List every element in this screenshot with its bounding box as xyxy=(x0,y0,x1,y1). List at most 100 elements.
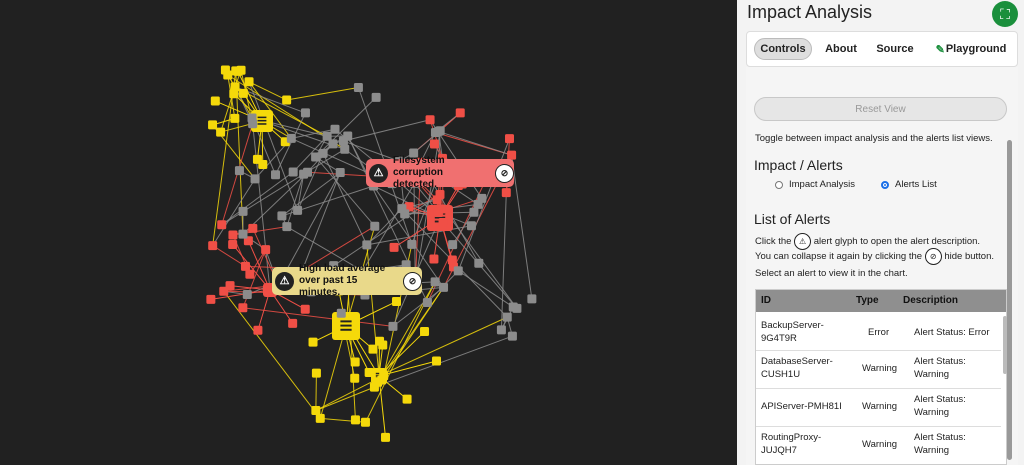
graph-node[interactable] xyxy=(210,96,220,106)
graph-node[interactable] xyxy=(277,211,287,221)
table-row[interactable]: DatabaseServer-CUSH1U Warning Alert Stat… xyxy=(756,352,1001,389)
graph-node[interactable] xyxy=(250,174,260,184)
graph-node[interactable] xyxy=(288,167,298,177)
graph-node[interactable] xyxy=(362,240,372,250)
graph-node[interactable] xyxy=(350,373,360,383)
graph-node[interactable] xyxy=(216,127,226,137)
graph-node[interactable] xyxy=(238,88,248,98)
alert-glyph-icon[interactable]: ⚠ xyxy=(369,163,388,183)
graph-node[interactable] xyxy=(230,113,240,123)
graph-node[interactable] xyxy=(336,308,346,318)
fullscreen-icon[interactable]: ⛶ xyxy=(992,1,1018,27)
graph-node[interactable] xyxy=(330,124,340,134)
graph-node[interactable] xyxy=(230,82,240,92)
graph-node[interactable] xyxy=(217,220,227,230)
graph-node[interactable] xyxy=(248,223,258,233)
graph-node[interactable] xyxy=(293,205,303,215)
graph-node[interactable] xyxy=(466,221,476,231)
graph-node[interactable] xyxy=(430,127,440,137)
graph-node[interactable] xyxy=(245,269,255,279)
graph-node[interactable] xyxy=(502,312,512,322)
graph-node[interactable] xyxy=(253,325,263,335)
graph-node[interactable] xyxy=(371,92,381,102)
graph-node[interactable] xyxy=(236,65,246,75)
graph-node[interactable] xyxy=(350,415,360,425)
tab-source[interactable]: Source xyxy=(871,38,919,60)
graph-node[interactable] xyxy=(469,207,479,217)
graph-node[interactable] xyxy=(228,230,238,240)
graph-node[interactable] xyxy=(350,357,360,367)
graph-node[interactable] xyxy=(400,209,410,219)
panel-scrollbar[interactable] xyxy=(1007,140,1012,460)
graph-node[interactable] xyxy=(430,277,440,287)
graph-node[interactable] xyxy=(300,108,310,118)
graph-node[interactable] xyxy=(425,115,435,125)
graph-node[interactable] xyxy=(288,318,298,328)
graph-node[interactable] xyxy=(282,222,292,232)
graph-node[interactable] xyxy=(388,321,398,331)
graph-node[interactable] xyxy=(206,294,216,304)
eye-slash-icon[interactable]: ⊘ xyxy=(403,271,422,291)
graph-node[interactable] xyxy=(360,417,370,427)
graph-node[interactable] xyxy=(448,240,458,250)
graph-node[interactable] xyxy=(271,170,281,180)
graph-node[interactable] xyxy=(286,133,296,143)
graph-node[interactable] xyxy=(527,294,537,304)
graph-node[interactable] xyxy=(338,136,348,146)
graph-node[interactable] xyxy=(429,254,439,264)
graph-node[interactable] xyxy=(238,229,248,239)
graph-node[interactable] xyxy=(422,297,432,307)
graph-node[interactable] xyxy=(407,239,417,249)
graph-node[interactable] xyxy=(505,134,515,144)
graph-node[interactable] xyxy=(219,286,229,296)
graph-node[interactable] xyxy=(244,77,254,87)
graph-node[interactable] xyxy=(379,371,389,381)
radio-impact-analysis[interactable]: Impact Analysis xyxy=(775,179,855,190)
graph-node[interactable] xyxy=(389,242,399,252)
alert-callout-warning[interactable]: ⚠ High load average over past 15 minutes… xyxy=(272,263,422,298)
graph-node[interactable] xyxy=(311,405,321,415)
graph-node[interactable] xyxy=(238,206,248,216)
graph-node[interactable] xyxy=(474,258,484,268)
graph-canvas[interactable] xyxy=(0,0,737,465)
graph-node[interactable] xyxy=(432,195,442,205)
graph-node[interactable] xyxy=(308,337,318,347)
graph-node[interactable] xyxy=(496,325,506,335)
graph-node[interactable] xyxy=(507,331,517,341)
graph-node[interactable] xyxy=(208,241,218,251)
graph-node[interactable] xyxy=(340,144,350,154)
graph-node[interactable] xyxy=(429,139,439,149)
tab-playground[interactable]: ✎ Playground xyxy=(933,38,1009,60)
graph-node[interactable] xyxy=(420,327,430,337)
graph-node[interactable] xyxy=(439,282,449,292)
graph-node[interactable] xyxy=(432,356,442,366)
graph-node[interactable] xyxy=(368,344,378,354)
graph-node[interactable] xyxy=(375,336,385,346)
graph-node[interactable] xyxy=(208,120,218,130)
radio-alerts-list[interactable]: Alerts List xyxy=(881,179,937,190)
graph-node[interactable] xyxy=(369,382,379,392)
graph-node[interactable] xyxy=(234,166,244,176)
graph-node[interactable] xyxy=(433,207,443,217)
graph-node[interactable] xyxy=(311,368,321,378)
graph-node[interactable] xyxy=(315,413,325,423)
graph-node[interactable] xyxy=(252,154,262,164)
alert-callout-error[interactable]: ⚠ Filesystem corruption detected. ⊘ xyxy=(366,155,514,190)
network-graph[interactable]: ⚠ Filesystem corruption detected. ⊘ ⚠ Hi… xyxy=(0,0,737,465)
reset-view-button[interactable]: Reset View xyxy=(754,97,1007,121)
graph-node[interactable] xyxy=(335,167,345,177)
graph-node[interactable] xyxy=(438,218,448,228)
graph-node[interactable] xyxy=(402,394,412,404)
tab-controls[interactable]: Controls xyxy=(754,38,812,60)
graph-node[interactable] xyxy=(311,152,321,162)
graph-node[interactable] xyxy=(242,290,252,300)
graph-node[interactable] xyxy=(353,82,363,92)
table-row[interactable]: RoutingProxy-JUJQH7 Warning Alert Status… xyxy=(756,428,1001,464)
alert-glyph-icon[interactable]: ⚠ xyxy=(275,271,294,291)
graph-node[interactable] xyxy=(261,245,271,255)
graph-node[interactable] xyxy=(303,167,313,177)
graph-node[interactable] xyxy=(238,303,248,313)
eye-slash-icon[interactable]: ⊘ xyxy=(495,163,514,183)
graph-node[interactable] xyxy=(453,266,463,276)
graph-node[interactable] xyxy=(477,193,487,203)
